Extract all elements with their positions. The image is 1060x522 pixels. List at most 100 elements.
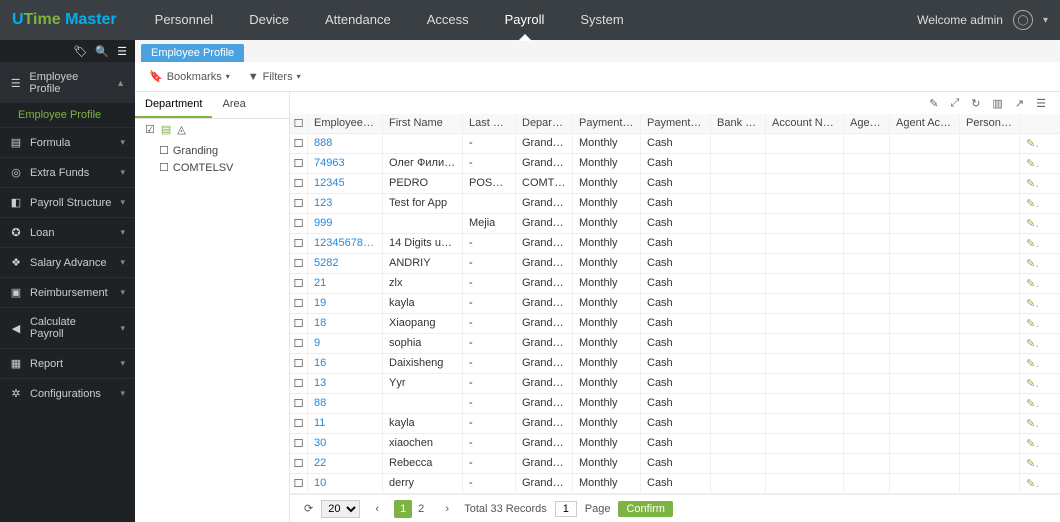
tab-department[interactable]: Department [135, 92, 212, 118]
edit-row-icon[interactable]: ✎ [1020, 414, 1038, 433]
col-header[interactable]: Payment Mode [641, 114, 711, 133]
topnav-personnel[interactable]: Personnel [137, 0, 232, 40]
refresh-icon[interactable]: ↻ [971, 97, 980, 110]
employee-id-link[interactable]: 21 [308, 274, 383, 293]
employee-id-link[interactable]: 11 [308, 414, 383, 433]
page-input[interactable] [555, 501, 577, 517]
employee-id-link[interactable]: 888 [308, 134, 383, 153]
user-menu-caret[interactable]: ▾ [1043, 15, 1048, 26]
edit-row-icon[interactable]: ✎ [1020, 194, 1038, 213]
edit-row-icon[interactable]: ✎ [1020, 174, 1038, 193]
col-header[interactable]: Employee ID [308, 114, 383, 133]
edit-icon[interactable]: ✎ [929, 97, 938, 110]
row-checkbox[interactable]: ☐ [290, 374, 308, 393]
employee-id-link[interactable]: 88 [308, 394, 383, 413]
employee-id-link[interactable]: 74963 [308, 154, 383, 173]
org-icon[interactable]: ◬ [177, 123, 185, 136]
edit-row-icon[interactable]: ✎ [1020, 134, 1038, 153]
edit-row-icon[interactable]: ✎ [1020, 434, 1038, 453]
next-page-button[interactable]: › [438, 500, 456, 518]
select-all-checkbox[interactable]: ☐ [290, 114, 308, 133]
avatar-icon[interactable]: ◯ [1013, 10, 1033, 30]
edit-row-icon[interactable]: ✎ [1020, 274, 1038, 293]
reload-icon[interactable]: ⟳ [304, 502, 313, 515]
edit-row-icon[interactable]: ✎ [1020, 154, 1038, 173]
sidebar-item-report[interactable]: ▦Report▾ [0, 348, 135, 378]
edit-row-icon[interactable]: ✎ [1020, 454, 1038, 473]
row-checkbox[interactable]: ☐ [290, 334, 308, 353]
row-checkbox[interactable]: ☐ [290, 474, 308, 493]
employee-id-link[interactable]: 9 [308, 334, 383, 353]
topnav-attendance[interactable]: Attendance [307, 0, 409, 40]
list-icon[interactable]: ☰ [117, 45, 127, 58]
edit-row-icon[interactable]: ✎ [1020, 254, 1038, 273]
sidebar-item-calculate-payroll[interactable]: ◀Calculate Payroll▾ [0, 307, 135, 348]
expand-icon[interactable]: ⤢ [950, 97, 959, 110]
col-header[interactable]: Department [516, 114, 573, 133]
export-icon[interactable]: ↗ [1015, 97, 1024, 110]
sidebar-sub-employee-profile[interactable]: Employee Profile [0, 103, 135, 127]
col-header[interactable]: Account Number [766, 114, 844, 133]
employee-id-link[interactable]: 22 [308, 454, 383, 473]
sidebar-item-formula[interactable]: ▤Formula▾ [0, 127, 135, 157]
edit-row-icon[interactable]: ✎ [1020, 294, 1038, 313]
search-icon[interactable]: 🔍 [95, 45, 109, 58]
sidebar-item-payroll-structure[interactable]: ◧Payroll Structure▾ [0, 187, 135, 217]
topnav-payroll[interactable]: Payroll [487, 0, 563, 40]
edit-row-icon[interactable]: ✎ [1020, 374, 1038, 393]
tag-icon[interactable]: 🏷 [73, 45, 87, 58]
col-header[interactable]: Agent ID [844, 114, 890, 133]
tree-view-icon[interactable]: ▤ [161, 123, 171, 136]
row-checkbox[interactable]: ☐ [290, 154, 308, 173]
sidebar-item-salary-advance[interactable]: ❖Salary Advance▾ [0, 247, 135, 277]
employee-id-link[interactable]: 999 [308, 214, 383, 233]
prev-page-button[interactable]: ‹ [368, 500, 386, 518]
page-button-1[interactable]: 1 [394, 500, 412, 518]
page-size-select[interactable]: 20 [321, 500, 360, 518]
col-header[interactable]: Payment Cycle [573, 114, 641, 133]
sidebar-item-reimbursement[interactable]: ▣Reimbursement▾ [0, 277, 135, 307]
bookmarks-button[interactable]: 🔖 Bookmarks ▾ [149, 70, 230, 83]
row-checkbox[interactable]: ☐ [290, 134, 308, 153]
employee-id-link[interactable]: 12345678901234 [308, 234, 383, 253]
edit-row-icon[interactable]: ✎ [1020, 314, 1038, 333]
settings-icon[interactable]: ☰ [1036, 97, 1046, 110]
row-checkbox[interactable]: ☐ [290, 234, 308, 253]
filters-button[interactable]: ▼ Filters ▾ [248, 71, 301, 83]
row-checkbox[interactable]: ☐ [290, 214, 308, 233]
edit-row-icon[interactable]: ✎ [1020, 394, 1038, 413]
employee-id-link[interactable]: 5282 [308, 254, 383, 273]
row-checkbox[interactable]: ☐ [290, 414, 308, 433]
sidebar-item-loan[interactable]: ✪Loan▾ [0, 217, 135, 247]
tab-employee-profile[interactable]: Employee Profile [141, 44, 244, 62]
edit-row-icon[interactable]: ✎ [1020, 214, 1038, 233]
row-checkbox[interactable]: ☐ [290, 194, 308, 213]
topnav-access[interactable]: Access [409, 0, 487, 40]
row-checkbox[interactable]: ☐ [290, 254, 308, 273]
tab-area[interactable]: Area [212, 92, 255, 118]
employee-id-link[interactable]: 10 [308, 474, 383, 493]
sidebar-item-configurations[interactable]: ✲Configurations▾ [0, 378, 135, 408]
sidebar-item-employee-profile[interactable]: ☰Employee Profile▲ [0, 62, 135, 103]
topnav-system[interactable]: System [562, 0, 641, 40]
col-header[interactable]: Agent Account [890, 114, 960, 133]
edit-row-icon[interactable]: ✎ [1020, 474, 1038, 493]
row-checkbox[interactable]: ☐ [290, 274, 308, 293]
employee-id-link[interactable]: 19 [308, 294, 383, 313]
edit-row-icon[interactable]: ✎ [1020, 334, 1038, 353]
row-checkbox[interactable]: ☐ [290, 294, 308, 313]
employee-id-link[interactable]: 18 [308, 314, 383, 333]
row-checkbox[interactable]: ☐ [290, 394, 308, 413]
employee-id-link[interactable]: 30 [308, 434, 383, 453]
col-header[interactable]: First Name [383, 114, 463, 133]
col-header[interactable]: Last Name [463, 114, 516, 133]
col-header[interactable]: Personnel ID [960, 114, 1020, 133]
confirm-button[interactable]: Confirm [618, 501, 673, 517]
columns-icon[interactable]: ▥ [993, 97, 1003, 110]
employee-id-link[interactable]: 13 [308, 374, 383, 393]
employee-id-link[interactable]: 123 [308, 194, 383, 213]
col-header[interactable]: Bank Name [711, 114, 766, 133]
edit-row-icon[interactable]: ✎ [1020, 354, 1038, 373]
row-checkbox[interactable]: ☐ [290, 354, 308, 373]
row-checkbox[interactable]: ☐ [290, 174, 308, 193]
